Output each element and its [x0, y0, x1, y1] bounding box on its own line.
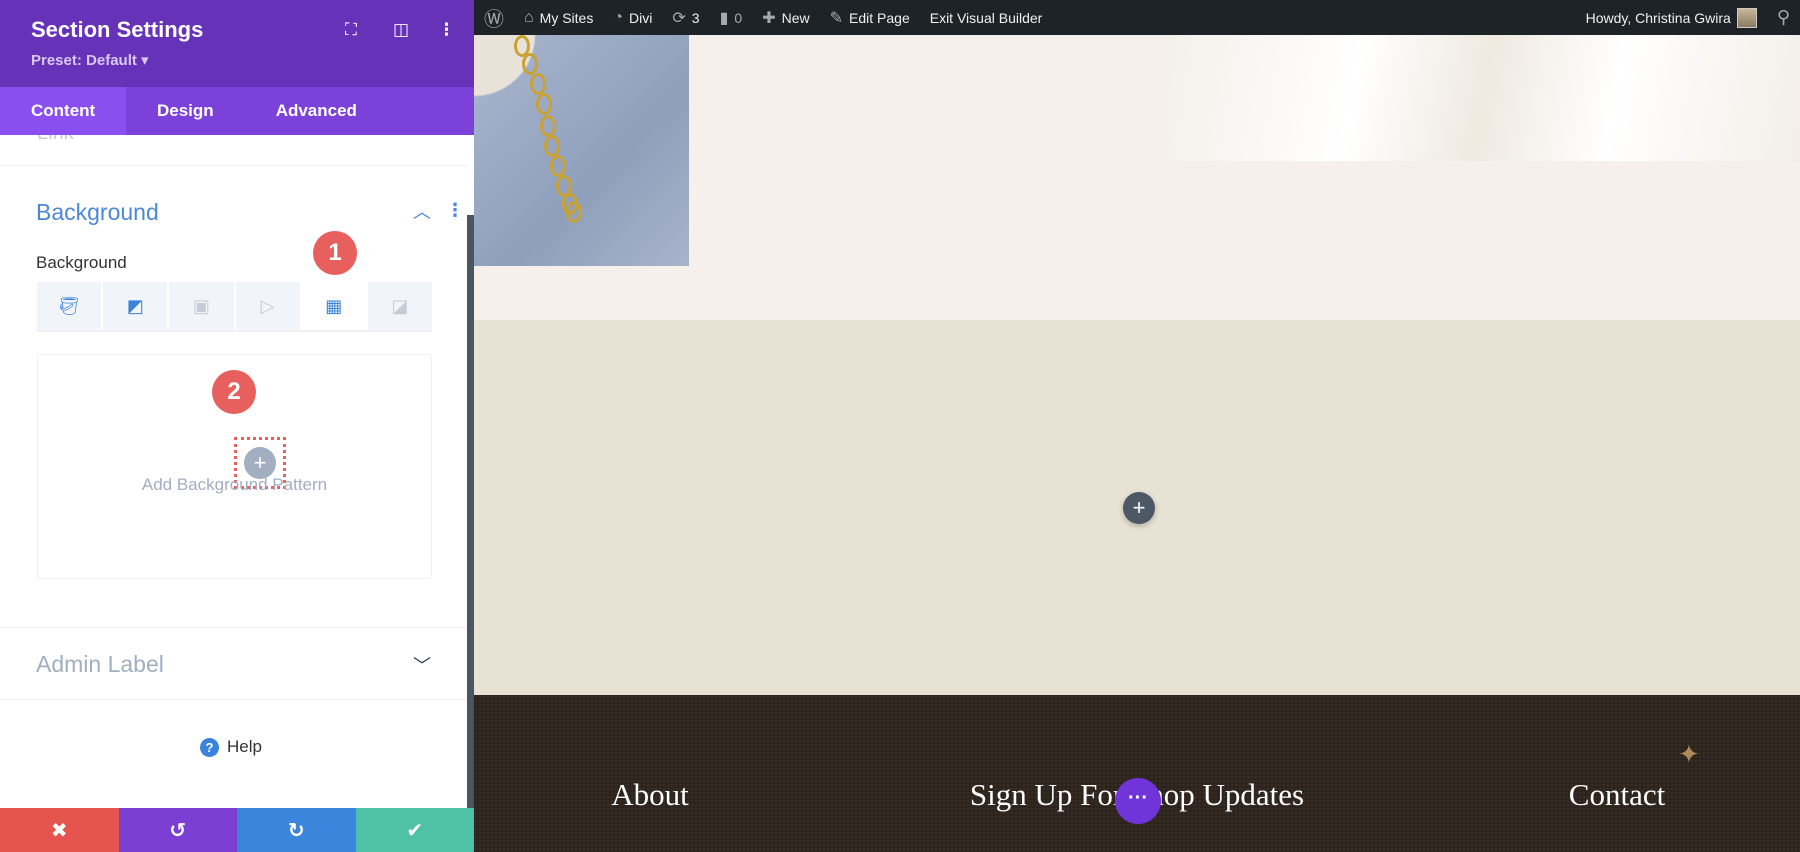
wp-admin-bar: Ⓦ ⌂ My Sites ◔ Divi ⟳ 3 ▮ 0 ✚ New ✎ Edit Page … [474, 0, 1800, 35]
section-settings-panel: Link Section Settings Preset: Default ▾ … [0, 0, 474, 852]
footer-section: About Sign Up For Shop Updates Contact ✦… [474, 695, 1800, 852]
updates-count: 3 [691, 9, 700, 26]
video-icon[interactable]: ▷ [235, 282, 300, 330]
footer-about: About [611, 777, 689, 812]
fur-image [1168, 35, 1800, 161]
discard-button[interactable]: ✖ [0, 808, 119, 852]
pencil-icon: ✎ [829, 9, 844, 27]
annotation-badge-2: 2 [212, 370, 256, 414]
paint-bucket-icon[interactable]: 🪣︎ [37, 282, 102, 330]
tab-advanced[interactable]: Advanced [245, 87, 388, 135]
check-icon: ✔ [406, 819, 424, 842]
background-type-tabs: 🪣︎ ◩ ▣ ▷ ▦ ◪ [37, 282, 433, 332]
preset-dropdown[interactable]: Preset: Default ▾ [31, 51, 149, 69]
divider [0, 699, 467, 700]
undo-button[interactable]: ↺ [118, 808, 237, 852]
pattern-icon[interactable]: ▦ [301, 282, 366, 330]
pattern-picker: 2 + Add Background Pattern [37, 354, 432, 579]
divi-label: Divi [629, 9, 653, 26]
panel-title: Section Settings [31, 17, 204, 42]
section-options-icon[interactable]: ⋮ [446, 200, 464, 221]
plus-icon: ✚ [762, 9, 776, 27]
undo-icon: ↺ [169, 819, 187, 842]
sites-icon: ⌂ [524, 8, 534, 26]
panel-header: Section Settings Preset: Default ▾ ⛶ ◫ ⋮ [0, 0, 474, 87]
mask-icon[interactable]: ◪ [367, 282, 433, 330]
tab-design[interactable]: Design [126, 87, 245, 135]
comments-count: 0 [734, 9, 743, 26]
avatar [1736, 7, 1757, 28]
help-label: Help [227, 737, 262, 756]
redo-icon: ↻ [287, 819, 305, 842]
tab-content[interactable]: Content [0, 87, 126, 135]
exit-label: Exit Visual Builder [929, 9, 1043, 26]
background-section-toggle[interactable]: Background [36, 199, 159, 226]
footer-contact: Contact [1568, 777, 1666, 812]
new-link[interactable]: ✚ New [752, 0, 819, 35]
sparkle-icon: ✦ [1678, 739, 1700, 769]
gradient-icon[interactable]: ◩ [103, 282, 168, 330]
my-sites-label: My Sites [539, 9, 594, 26]
builder-more-button[interactable]: ··· [1115, 778, 1161, 824]
add-row-button[interactable]: + [1123, 492, 1155, 524]
divi-link[interactable]: ◔ Divi [603, 0, 662, 35]
divider [0, 627, 467, 628]
kebab-icon[interactable]: ⋮ [438, 20, 455, 40]
refresh-icon: ⟳ [672, 9, 686, 27]
comments-link[interactable]: ▮ 0 [710, 0, 753, 35]
exit-visual-builder-link[interactable]: Exit Visual Builder [920, 0, 1053, 35]
add-pattern-label[interactable]: Add Background Pattern [38, 475, 431, 495]
panel-actions: ✖ ↺ ↻ ✔ [0, 808, 474, 852]
admin-label-toggle[interactable]: Admin Label [36, 651, 164, 678]
wordpress-logo-icon[interactable]: Ⓦ [474, 0, 514, 35]
comment-icon: ▮ [719, 9, 729, 27]
image-icon[interactable]: ▣ [169, 282, 234, 330]
account-menu[interactable]: Howdy, Christina Gwira [1576, 0, 1767, 35]
panel-scrollbar[interactable] [467, 215, 474, 808]
chevron-up-icon[interactable]: ︿ [413, 198, 431, 224]
split-view-icon[interactable]: ◫ [393, 20, 409, 40]
divider [0, 165, 467, 166]
updates-link[interactable]: ⟳ 3 [662, 0, 709, 35]
help-icon: ? [200, 737, 219, 757]
annotation-badge-1: 1 [313, 231, 357, 275]
save-button[interactable]: ✔ [355, 808, 474, 852]
background-field-label: Background [36, 253, 127, 272]
new-label: New [781, 9, 810, 26]
jewelry-image [474, 35, 689, 266]
redo-button[interactable]: ↻ [237, 808, 356, 852]
close-icon: ✖ [50, 819, 68, 842]
edit-page-label: Edit Page [849, 9, 910, 26]
panel-tabs: Content Design Advanced [0, 87, 474, 135]
dashboard-icon: ◔ [613, 8, 624, 26]
edit-page-link[interactable]: ✎ Edit Page [820, 0, 920, 35]
help-link[interactable]: ? Help [200, 737, 262, 757]
search-icon[interactable]: ⚲ [1767, 0, 1800, 35]
focus-icon[interactable]: ⛶ [345, 20, 357, 40]
howdy-label: Howdy, Christina Gwira [1585, 9, 1731, 26]
my-sites-link[interactable]: ⌂ My Sites [514, 0, 603, 35]
chevron-down-icon[interactable]: ﹀ [413, 652, 431, 678]
